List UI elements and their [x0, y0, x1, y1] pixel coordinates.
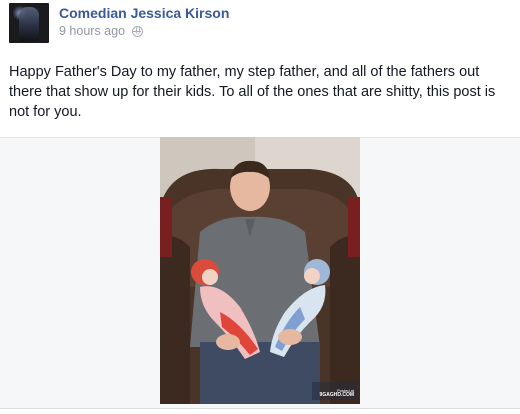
watermark-brand: 9GAGHD.COM	[319, 392, 354, 398]
facebook-post: Comedian Jessica Kirson 9 hours ago Happ…	[0, 0, 520, 414]
author-avatar[interactable]	[9, 3, 49, 43]
post-photo[interactable]: Posted at 9GAGHD.COM	[160, 137, 360, 404]
photo-illustration	[160, 137, 360, 404]
post-text: Happy Father's Day to my father, my step…	[9, 64, 496, 120]
avatar-figure	[19, 7, 39, 41]
post-meta: 9 hours ago	[59, 24, 144, 38]
post-timestamp[interactable]: 9 hours ago	[59, 24, 125, 38]
photo-watermark: Posted at 9GAGHD.COM	[320, 388, 354, 398]
author-name[interactable]: Comedian Jessica Kirson	[59, 5, 229, 21]
post-bottom-divider	[0, 408, 520, 414]
globe-icon[interactable]	[132, 25, 144, 37]
